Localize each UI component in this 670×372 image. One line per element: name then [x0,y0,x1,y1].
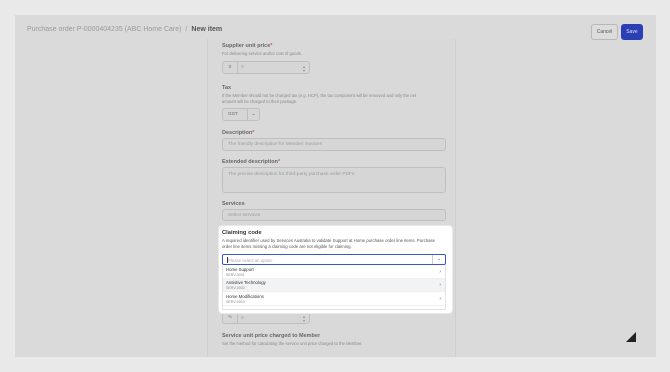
services-select[interactable]: Select services [222,209,446,221]
option-code: SERV-0002 [226,286,245,290]
supplier-price-label: Supplier unit price* [222,43,273,49]
claiming-code-select[interactable]: Please select an option ⌄ [222,254,446,265]
supplier-price-hint: For delivering service and/or cost of go… [222,51,303,56]
supplier-price-input[interactable]: $ 0 ▴ ▾ [222,61,310,74]
option-code: SERV-0001 [226,272,245,277]
description-input[interactable]: The friendly description for Member invo… [222,138,446,151]
extended-description-textarea[interactable]: The precise description for third-party … [222,167,446,193]
breadcrumb-separator: / [185,26,188,33]
member-unit-price-input[interactable]: % 0 ▴ ▾ [222,312,310,324]
breadcrumb-parent-link[interactable]: Purchase order P-0000404235 (ABC Home Ca… [27,26,181,33]
stepper-icon[interactable]: ▴ ▾ [303,65,305,73]
percent-prefix: % [223,313,238,323]
tax-label: Tax [222,85,232,91]
description-label: Description* [222,130,255,136]
chevron-right-icon: › [439,268,441,275]
member-unit-price-value: 0 [241,315,244,321]
claiming-code-title: Claiming code [222,230,262,236]
currency-prefix: $ [223,62,238,73]
service-unit-price-label: Service unit price charged to Member [222,333,321,339]
chevron-down-icon[interactable]: ⌄ [432,255,445,264]
services-placeholder: Select services [228,213,261,218]
breadcrumb: Purchase order P-0000404235 (ABC Home Ca… [27,26,222,33]
claiming-option-home-modifications[interactable]: Home Modifications SERV-0003 › [223,292,445,306]
claiming-code-popup: Claiming code A required identifier used… [219,226,452,313]
chevron-right-icon: › [439,282,441,288]
page-title: New item [191,26,223,33]
service-unit-price-hint: Set the method for calculating the servi… [222,341,363,346]
extended-description-placeholder: The precise description for third-party … [228,172,355,177]
claiming-code-placeholder: Please select an option [228,257,273,263]
claiming-code-options-list: Home Support SERV-0001 › Assistive Techn… [222,265,446,310]
chevron-right-icon: › [439,295,441,302]
corner-logo-icon [626,332,636,342]
supplier-price-value: 0 [241,65,244,70]
tax-value: GST [228,112,238,117]
save-button[interactable]: Save [621,24,643,40]
claiming-code-description: A required identifier used by Services A… [222,238,436,249]
cancel-button[interactable]: Cancel [591,24,618,40]
extended-description-label: Extended description* [222,159,281,165]
stepper-icon[interactable]: ▴ ▾ [303,315,305,323]
option-name: Home Modifications [226,293,264,299]
chevron-down-icon: ⌄ [247,109,259,120]
claiming-option-assistive-technology[interactable]: Assistive Technology SERV-0002 › [223,278,445,292]
option-name: Home Support [226,266,254,272]
tax-hint: If the Member should not be charged tax … [222,93,417,104]
option-code: SERV-0003 [226,299,245,304]
claiming-option-home-support[interactable]: Home Support SERV-0001 › [223,265,445,279]
services-label: Services [222,201,245,207]
option-name: Assistive Technology [226,280,266,285]
tax-select[interactable]: GST ⌄ [222,108,260,121]
description-placeholder: The friendly description for Member invo… [228,142,323,147]
